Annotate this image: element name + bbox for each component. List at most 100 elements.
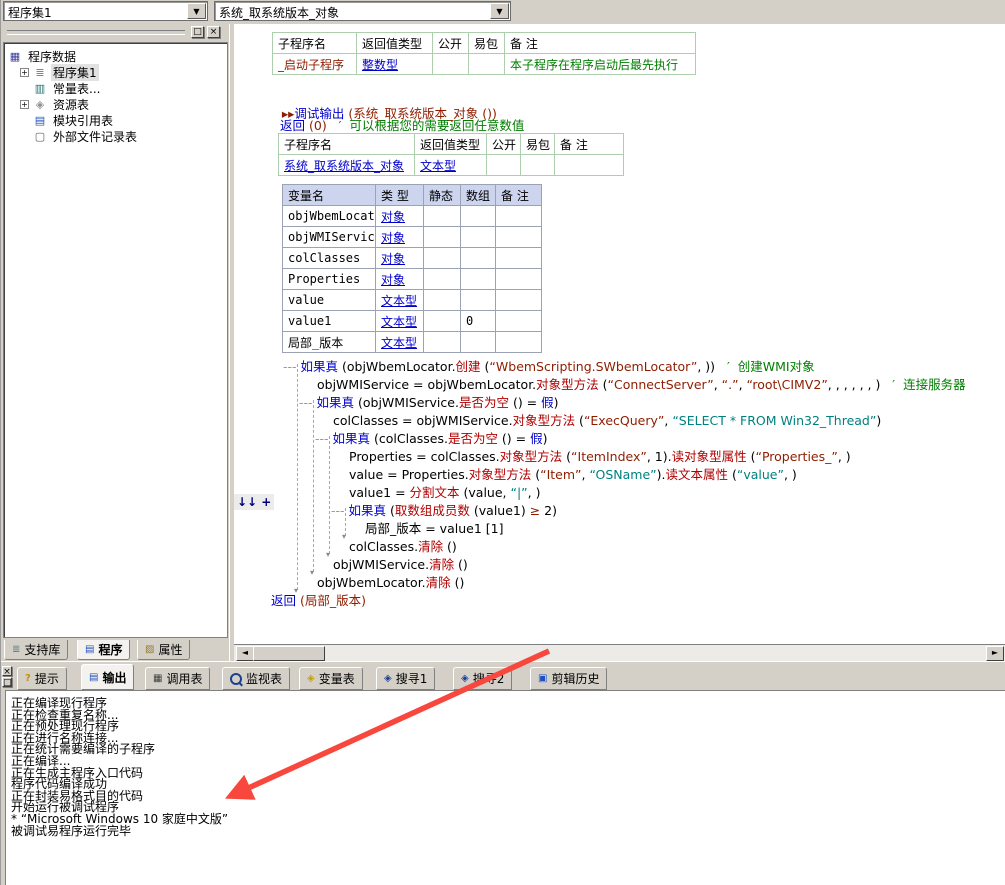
chevron-down-icon[interactable]: ▼ xyxy=(187,3,206,19)
code-line[interactable]: 返回 (局部_版本) xyxy=(271,590,366,609)
code-segment: ′ 创建WMI对象 xyxy=(715,359,815,374)
scrollbar-thumb[interactable] xyxy=(253,646,325,661)
code-segment: ( xyxy=(728,467,737,482)
var-type-link[interactable]: 对象 xyxy=(381,273,405,287)
dock-minimize-button[interactable]: □ xyxy=(191,26,204,38)
tree-item-外部文件记录表[interactable]: ▢外部文件记录表 xyxy=(20,128,227,144)
return-zero-line[interactable]: 返回 (0) ′ 可以根据您的需要返回任意数值 xyxy=(280,115,524,134)
tab-搜寻1[interactable]: ◈搜寻1 xyxy=(376,667,435,690)
code-segment: “Item” xyxy=(540,467,581,482)
panel-minimize-button[interactable]: □ xyxy=(2,677,12,687)
code-segment: , ) xyxy=(784,467,797,482)
code-segment: colClasses. xyxy=(349,539,418,554)
expand-plus-icon[interactable]: + xyxy=(20,68,29,77)
tree-root[interactable]: ▦ 程序数据 xyxy=(8,48,227,64)
tab-变量表[interactable]: ◈变量表 xyxy=(299,667,363,690)
table-row[interactable]: 系统_取系统版本_对象 文本型 xyxy=(279,155,624,176)
table-header-row: 子程序名 返回值类型 公开 易包 备 注 xyxy=(273,33,696,54)
code-line[interactable]: --- 如果真 (objWMIService.是否为空 () = 假) xyxy=(299,392,559,411)
code-line[interactable]: --- 如果真 (objWbemLocator.创建 (“WbemScripti… xyxy=(283,356,815,375)
code-line[interactable]: value = Properties.对象型方法 (“Item”, “OSNam… xyxy=(349,464,797,483)
code-line[interactable]: Properties = colClasses.对象型方法 (“ItemInde… xyxy=(349,446,851,465)
tab-输出[interactable]: ▤输出 xyxy=(81,664,134,690)
window-grid-icon: ▦ xyxy=(8,50,22,63)
dock-gripper[interactable] xyxy=(7,30,185,35)
startup-subroutine-table[interactable]: 子程序名 返回值类型 公开 易包 备 注 _启动子程序 整数型 本子程序在程序启… xyxy=(272,32,696,75)
table-row[interactable]: Properties对象 xyxy=(283,269,542,290)
editor-hscrollbar[interactable]: ◄ ► xyxy=(234,644,1005,662)
subroutine-combobox-value: 系统_取系统版本_对象 xyxy=(219,4,339,21)
local-variable-table[interactable]: 变量名类 型静态数组备 注objWbemLocator对象objWMIServi… xyxy=(282,184,542,353)
tab-支持库[interactable]: ≣支持库 xyxy=(4,640,68,660)
tab-label: 提示 xyxy=(35,670,59,687)
table-row[interactable]: objWbemLocator对象 xyxy=(283,206,542,227)
code-line[interactable]: --- 如果真 (colClasses.是否为空 () = 假) xyxy=(315,428,548,447)
code-segment: 读文本属性 xyxy=(665,467,728,482)
table-row[interactable]: _启动子程序 整数型 本子程序在程序启动后最先执行 xyxy=(273,54,696,75)
tab-搜寻2[interactable]: ◈搜寻2 xyxy=(453,667,512,690)
code-segment: () xyxy=(443,539,457,554)
main-subroutine-table[interactable]: 子程序名 返回值类型 公开 易包 备 注 系统_取系统版本_对象 文本型 xyxy=(278,133,624,176)
top-combo-bar: 程序集1 ▼ 系统_取系统版本_对象 ▼ xyxy=(1,0,1005,25)
code-position-marker[interactable]: ↓↓ + xyxy=(234,494,274,510)
assembly-combobox[interactable]: 程序集1 ▼ xyxy=(3,1,208,21)
var-type-link[interactable]: 对象 xyxy=(381,210,405,224)
code-segment: (0) xyxy=(305,118,327,133)
code-segment: ( xyxy=(599,377,608,392)
subroutine-name-link[interactable]: 系统_取系统版本_对象 xyxy=(284,159,404,173)
code-segment: () xyxy=(454,557,468,572)
output-line: 正在检查重复名称... xyxy=(11,710,1005,722)
var-type-link[interactable]: 对象 xyxy=(381,231,405,245)
var-type-link[interactable]: 对象 xyxy=(381,252,405,266)
table-header-row: 变量名类 型静态数组备 注 xyxy=(283,185,542,206)
code-line[interactable]: --- 如果真 (取数组成员数 (value1) ≥ 2) xyxy=(331,500,557,519)
scroll-left-button[interactable]: ◄ xyxy=(236,646,254,661)
output-console[interactable]: 正在编译现行程序正在检查重复名称...正在预处理现行程序正在进行名称连接...正… xyxy=(5,690,1005,885)
code-editor[interactable]: 子程序名 返回值类型 公开 易包 备 注 _启动子程序 整数型 本子程序在程序启… xyxy=(234,24,1005,644)
code-segment: 清除 xyxy=(418,539,443,554)
var-type-link[interactable]: 文本型 xyxy=(381,315,417,329)
module-doc-icon: ▤ xyxy=(33,114,47,127)
tab-属性[interactable]: ▨属性 xyxy=(137,640,190,660)
table-row[interactable]: 局部_版本文本型 xyxy=(283,332,542,353)
tree-item-模块引用表[interactable]: ▤模块引用表 xyxy=(20,112,227,128)
table-row[interactable]: colClasses对象 xyxy=(283,248,542,269)
guide-end-arrow-icon: ▾ xyxy=(310,568,314,577)
dock-close-button[interactable]: × xyxy=(207,26,220,38)
expand-plus-icon[interactable]: + xyxy=(20,100,29,109)
tree-item-资源表[interactable]: +◈资源表 xyxy=(20,96,227,112)
return-type-link[interactable]: 整数型 xyxy=(362,58,398,72)
code-line[interactable]: colClasses.清除 () xyxy=(349,536,457,555)
code-line[interactable]: value1 = 分割文本 (value, “|”, ) xyxy=(349,482,541,501)
tab-监视表[interactable]: 监视表 xyxy=(222,667,290,690)
tree-item-常量表...[interactable]: ▥常量表... xyxy=(20,80,227,96)
subroutine-combobox[interactable]: 系统_取系统版本_对象 ▼ xyxy=(214,1,511,21)
code-segment: 分割文本 xyxy=(410,485,460,500)
variables-gem-icon: ◈ xyxy=(307,673,315,684)
tab-剪辑历史[interactable]: ▣剪辑历史 xyxy=(530,667,607,690)
chevron-down-icon[interactable]: ▼ xyxy=(490,3,509,19)
code-line[interactable]: 局部_版本 = value1 [1] xyxy=(365,518,503,537)
var-type-link[interactable]: 文本型 xyxy=(381,336,417,350)
tab-程序[interactable]: ▤程序 xyxy=(77,640,130,660)
tree-item-程序集1[interactable]: +≣程序集1 xyxy=(20,64,227,80)
tab-调用表[interactable]: ▦调用表 xyxy=(145,667,210,690)
table-row[interactable]: value文本型 xyxy=(283,290,542,311)
tab-label: 程序 xyxy=(98,641,122,658)
return-type-link[interactable]: 文本型 xyxy=(420,159,456,173)
code-line[interactable]: objWMIService = objWbemLocator.对象型方法 (“C… xyxy=(317,374,966,393)
code-segment: --- xyxy=(283,359,301,374)
tab-提示[interactable]: ?提示 xyxy=(17,667,67,690)
panel-close-button[interactable]: × xyxy=(2,666,12,676)
code-line[interactable]: objWbemLocator.清除 () xyxy=(317,572,464,591)
code-line[interactable]: objWMIService.清除 () xyxy=(333,554,468,573)
var-type-link[interactable]: 文本型 xyxy=(381,294,417,308)
table-row[interactable]: objWMIService对象 xyxy=(283,227,542,248)
code-segment: 如果真 xyxy=(317,395,355,410)
layers-icon: ≣ xyxy=(33,66,47,79)
code-segment: colClasses = objWMIService. xyxy=(333,413,513,428)
scroll-right-button[interactable]: ► xyxy=(986,646,1004,661)
table-row[interactable]: value1文本型0 xyxy=(283,311,542,332)
program-data-tree[interactable]: ▦ 程序数据 +≣程序集1▥常量表...+◈资源表▤模块引用表▢外部文件记录表 xyxy=(3,42,228,638)
code-line[interactable]: colClasses = objWMIService.对象型方法 (“ExecQ… xyxy=(333,410,881,429)
